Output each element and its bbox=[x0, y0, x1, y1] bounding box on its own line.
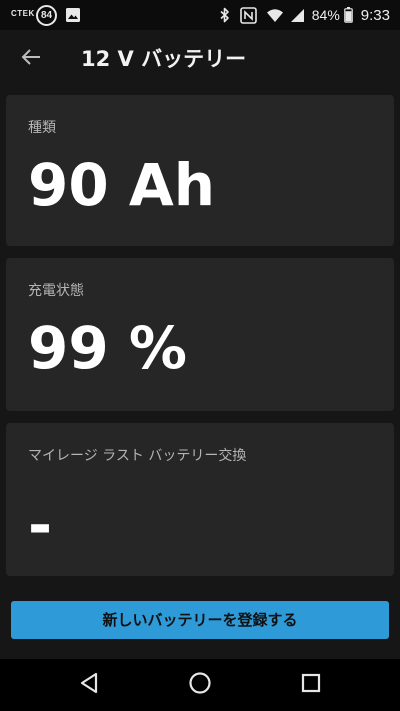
status-bar: CTEK 84 84% 9:33 bbox=[0, 0, 400, 30]
mileage-value: - bbox=[28, 491, 53, 559]
mileage-card: マイレージ ラスト バッテリー交換 - bbox=[6, 423, 394, 576]
navigation-bar bbox=[0, 659, 400, 711]
recents-square-icon bbox=[301, 673, 321, 697]
status-right: 84% 9:33 bbox=[219, 0, 390, 30]
home-circle-icon bbox=[188, 671, 212, 699]
back-triangle-icon bbox=[79, 672, 99, 698]
battery-type-value: 90 Ah bbox=[28, 151, 216, 219]
page-title: 12 V バッテリー bbox=[81, 47, 247, 71]
register-new-battery-button[interactable]: 新しいバッテリーを登録する bbox=[11, 601, 389, 639]
battery-type-label: 種類 bbox=[28, 120, 56, 136]
clock: 9:33 bbox=[360, 6, 390, 24]
battery-percent: 84% bbox=[311, 7, 340, 23]
nav-home-button[interactable] bbox=[186, 671, 214, 699]
nav-recents-button[interactable] bbox=[297, 671, 325, 699]
charge-state-value: 99 % bbox=[28, 314, 188, 382]
back-button[interactable] bbox=[14, 42, 48, 76]
screen: CTEK 84 84% 9:33 12 V バッテリー 種類 90 Ah 充電状… bbox=[0, 0, 400, 711]
nfc-icon bbox=[239, 6, 257, 24]
image-icon bbox=[65, 7, 81, 23]
mileage-label: マイレージ ラスト バッテリー交換 bbox=[28, 448, 247, 464]
app-bar: 12 V バッテリー bbox=[0, 30, 400, 88]
signal-icon bbox=[290, 8, 305, 23]
badge-84-icon: 84 bbox=[36, 5, 57, 26]
arrow-left-icon bbox=[21, 48, 41, 70]
battery-type-card: 種類 90 Ah bbox=[6, 95, 394, 246]
nav-back-button[interactable] bbox=[75, 671, 103, 699]
charge-state-label: 充電状態 bbox=[28, 283, 84, 299]
bluetooth-icon bbox=[219, 7, 231, 23]
charge-state-card: 充電状態 99 % bbox=[6, 258, 394, 411]
battery-icon bbox=[343, 7, 353, 23]
ctek-indicator: CTEK bbox=[11, 9, 35, 18]
wifi-icon bbox=[266, 8, 284, 23]
